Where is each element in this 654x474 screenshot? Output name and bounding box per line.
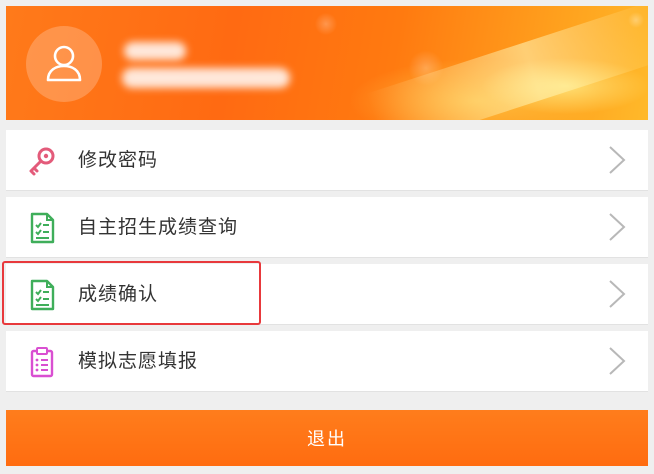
report-icon [26,212,58,244]
menu-item-label: 模拟志愿填报 [78,350,199,372]
key-icon [26,145,58,177]
banner-decoration [366,6,648,120]
chevron-right-icon [608,145,626,175]
report-icon [26,279,58,311]
logout-button[interactable]: 退出 [6,410,648,466]
menu-item-score-confirm[interactable]: 成绩确认 [6,264,648,324]
profile-page: 修改密码 自主招生成绩查询 成绩确认 模拟志愿填报 退出 [0,0,654,474]
profile-header [6,6,648,120]
menu-item-mock-application[interactable]: 模拟志愿填报 [6,331,648,391]
menu-item-change-password[interactable]: 修改密码 [6,130,648,190]
menu-item-label: 成绩确认 [78,283,159,305]
checklist-icon [26,346,58,378]
avatar[interactable] [26,26,102,102]
menu-item-label: 自主招生成绩查询 [78,216,239,238]
chevron-right-icon [608,279,626,309]
menu-item-score-query[interactable]: 自主招生成绩查询 [6,197,648,257]
menu-item-label: 修改密码 [78,149,159,171]
chevron-right-icon [608,346,626,376]
username-redacted [118,36,298,106]
chevron-right-icon [608,212,626,242]
user-icon [46,45,82,82]
